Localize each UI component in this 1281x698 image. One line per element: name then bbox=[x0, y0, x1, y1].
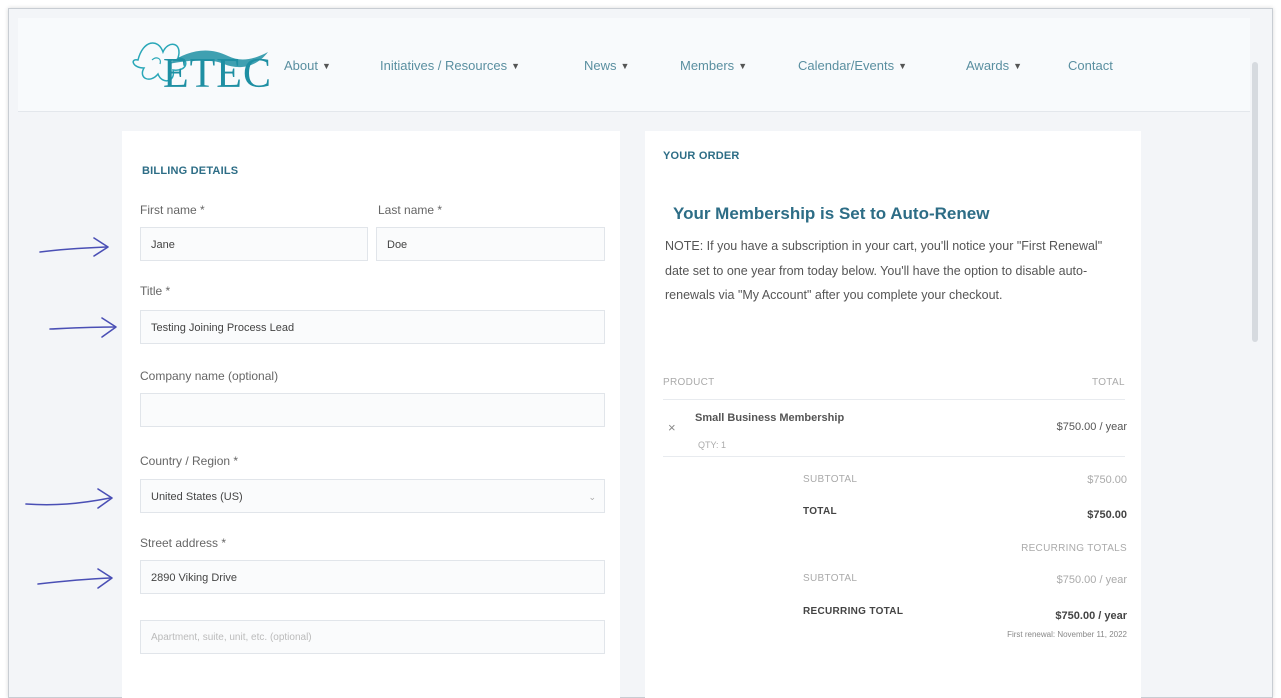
auto-renew-note: NOTE: If you have a subscription in your… bbox=[665, 239, 1103, 302]
recurring-subtotal-value: $750.00 / year bbox=[1056, 574, 1127, 586]
country-value: United States (US) bbox=[151, 491, 243, 503]
nav-contact[interactable]: Contact bbox=[1068, 58, 1113, 73]
last-name-field[interactable]: Doe bbox=[376, 227, 605, 261]
street-address-2-field[interactable]: Apartment, suite, unit, etc. (optional) bbox=[140, 620, 605, 654]
total-column-header: TOTAL bbox=[1092, 377, 1125, 388]
subtotal-label: SUBTOTAL bbox=[803, 474, 858, 485]
caret-down-icon: ▼ bbox=[898, 61, 908, 71]
product-column-header: PRODUCT bbox=[663, 377, 715, 388]
order-title: YOUR ORDER bbox=[663, 150, 740, 162]
close-icon[interactable]: × bbox=[668, 420, 676, 435]
divider bbox=[663, 456, 1125, 457]
country-label: Country / Region * bbox=[140, 454, 239, 468]
caret-down-icon: ▼ bbox=[620, 61, 630, 71]
recurring-total-value: $750.00 / year bbox=[1055, 610, 1127, 622]
street-address-field[interactable]: 2890 Viking Drive bbox=[140, 560, 605, 594]
site-header: ETEC About ▼ Initiatives / Resources ▼ New… bbox=[18, 18, 1250, 112]
chevron-down-icon: ⌄ bbox=[588, 492, 596, 502]
logo-text: ETEC bbox=[163, 51, 272, 97]
annotation-arrow-icon bbox=[39, 237, 109, 257]
title-label: Title * bbox=[140, 284, 171, 298]
first-renewal-date: First renewal: November 11, 2022 bbox=[1007, 630, 1127, 639]
item-qty: QTY: 1 bbox=[698, 440, 727, 450]
annotation-arrow-icon bbox=[49, 317, 117, 338]
caret-down-icon: ▼ bbox=[738, 61, 748, 71]
total-label: TOTAL bbox=[803, 506, 837, 517]
auto-renew-heading: Your Membership is Set to Auto-Renew bbox=[673, 204, 990, 223]
item-price: $750.00 / year bbox=[1056, 421, 1127, 433]
first-name-field[interactable]: Jane bbox=[140, 227, 368, 261]
nav-about[interactable]: About ▼ bbox=[284, 58, 331, 73]
caret-down-icon: ▼ bbox=[321, 61, 331, 71]
country-select[interactable]: United States (US) ⌄ bbox=[140, 479, 605, 513]
nav-news[interactable]: News ▼ bbox=[584, 58, 629, 73]
annotation-arrow-icon bbox=[25, 488, 113, 509]
last-name-label: Last name * bbox=[378, 203, 443, 217]
nav-members[interactable]: Members ▼ bbox=[680, 58, 747, 73]
company-label: Company name (optional) bbox=[140, 369, 279, 383]
first-name-label: First name * bbox=[140, 203, 205, 217]
recurring-totals-label: RECURRING TOTALS bbox=[1021, 543, 1127, 554]
annotation-arrow-icon bbox=[37, 568, 113, 589]
recurring-total-label: RECURRING TOTAL bbox=[803, 606, 904, 617]
total-value: $750.00 bbox=[1087, 509, 1127, 521]
street-label: Street address * bbox=[140, 536, 227, 550]
title-field[interactable]: Testing Joining Process Lead bbox=[140, 310, 605, 344]
nav-initiatives-resources[interactable]: Initiatives / Resources ▼ bbox=[380, 58, 520, 73]
recurring-subtotal-label: SUBTOTAL bbox=[803, 573, 858, 584]
billing-title: BILLING DETAILS bbox=[142, 165, 239, 177]
caret-down-icon: ▼ bbox=[1013, 61, 1023, 71]
caret-down-icon: ▼ bbox=[511, 61, 521, 71]
divider bbox=[663, 399, 1125, 400]
company-field[interactable] bbox=[140, 393, 605, 427]
scrollbar[interactable] bbox=[1252, 62, 1258, 342]
nav-awards[interactable]: Awards ▼ bbox=[966, 58, 1022, 73]
item-name: Small Business Membership bbox=[695, 412, 845, 424]
nav-calendar-events[interactable]: Calendar/Events ▼ bbox=[798, 58, 907, 73]
subtotal-value: $750.00 bbox=[1087, 474, 1127, 486]
